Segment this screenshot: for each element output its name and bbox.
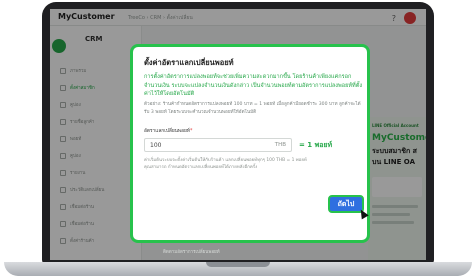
rate-input-unit: THB: [274, 142, 286, 148]
rate-field-label: อัตราแลกเปลี่ยนพอยท์*: [144, 127, 192, 135]
exchange-rate-modal: ตั้งค่าอัตราแลกเปลี่ยนพอยท์ การตั้งค่าอั…: [130, 44, 370, 243]
rate-help-text: ค่าเริ่มต้นระบบจะตั้งค่าเริ่มต้นให้กับร้…: [144, 158, 307, 170]
modal-intro: การตั้งค่าอัตราการแปลงพอยท์จะช่วยเพิ่มคว…: [144, 74, 363, 97]
laptop-notch: [206, 262, 270, 267]
rate-input-value[interactable]: 100: [150, 142, 161, 149]
modal-example: ตัวอย่าง: ร้านค้ากำหนดอัตราการแปลงพอยท์ …: [144, 102, 361, 115]
rate-input[interactable]: 100 THB: [144, 138, 292, 152]
laptop-screen: MyCustomer TreeCo › CRM › ตั้งค่าเปลี่ยน…: [50, 9, 426, 260]
mouse-cursor-icon: [357, 207, 369, 220]
rate-field-label-text: อัตราแลกเปลี่ยนพอยท์: [144, 129, 190, 134]
modal-title: ตั้งค่าอัตราแลกเปลี่ยนพอยท์: [144, 58, 234, 67]
stage: MyCustomer TreeCo › CRM › ตั้งค่าเปลี่ยน…: [0, 0, 476, 280]
backdrop-footer-text: ติดตามอัตราการเปลี่ยนพอยท์: [163, 250, 220, 255]
required-mark: *: [189, 129, 193, 134]
rate-equals-point: = 1 พอยท์: [299, 141, 333, 149]
